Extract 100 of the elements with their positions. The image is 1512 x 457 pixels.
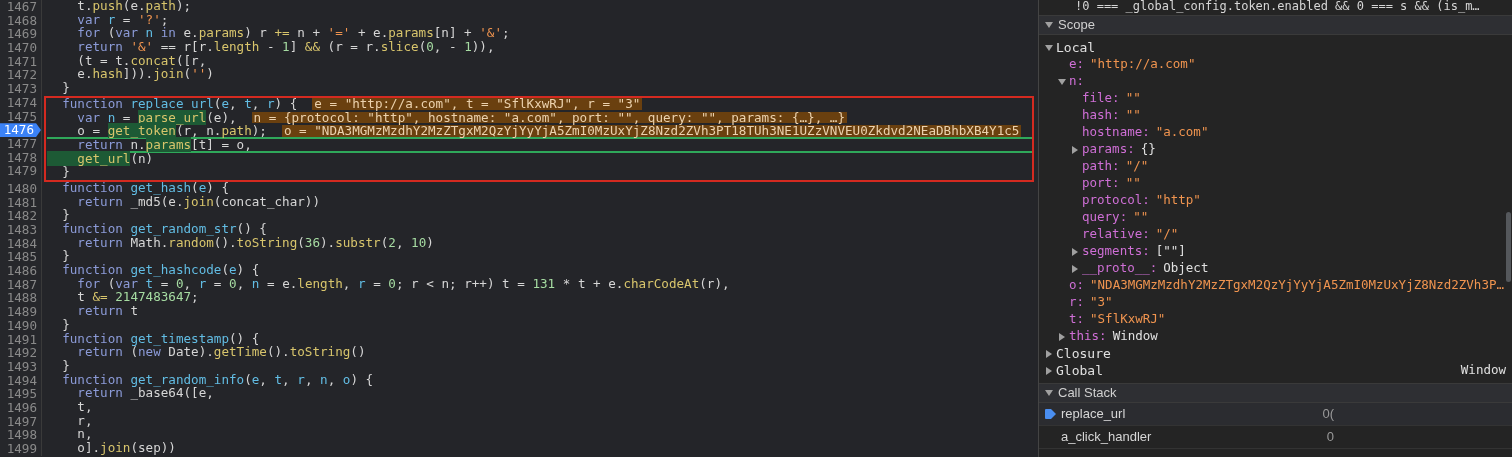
code-line: function get_timestamp() { [61, 332, 260, 345]
line-number[interactable]: 1467 [0, 0, 41, 14]
section-header[interactable]: Scope [1039, 15, 1512, 35]
line-number[interactable]: 1488 [0, 291, 41, 306]
property-value: "3" [1090, 293, 1113, 312]
collapsed-triangle-icon[interactable] [1045, 366, 1053, 375]
scrollbar-thumb[interactable] [1506, 212, 1511, 282]
line-number[interactable]: 1489 [0, 305, 41, 319]
code-line: for (var n in e.params) r += n + '=' + e.params[n] + '&'; [76, 27, 510, 40]
section-header[interactable]: Call Stack [1039, 383, 1512, 403]
line-number[interactable]: 1483 [0, 223, 41, 237]
frame-name: replace_url [1061, 405, 1126, 424]
property-name: relative: [1082, 225, 1150, 244]
line-number[interactable]: 1469 [0, 27, 41, 42]
line-number[interactable]: 1495 [0, 387, 41, 401]
expanded-triangle-icon[interactable] [1058, 77, 1066, 86]
frame-location: 0 [1326, 428, 1334, 447]
line-number[interactable]: 1485 [0, 250, 41, 265]
collapsed-triangle-icon[interactable] [1071, 264, 1079, 273]
line-number[interactable]: 1477 [0, 136, 41, 151]
line-number[interactable]: 1484 [0, 236, 41, 251]
line-number[interactable]: 1476 [0, 123, 41, 137]
property-value: {} [1140, 140, 1156, 159]
line-number[interactable]: 1486 [0, 264, 41, 278]
code-line: function get_random_str() { [61, 223, 267, 235]
code-line: t, [76, 400, 93, 413]
code-line: } [61, 209, 70, 221]
code-line: get_url(n) [47, 152, 154, 165]
line-number[interactable]: 1482 [0, 209, 41, 223]
property-value: "a.com" [1155, 123, 1209, 142]
collapsed-triangle-icon[interactable] [1071, 247, 1079, 256]
line-number[interactable]: 1490 [0, 318, 41, 333]
line-number[interactable]: 1471 [0, 54, 41, 69]
code-line: } [61, 359, 70, 372]
code-line: } [61, 82, 70, 94]
line-number[interactable]: 1478 [0, 150, 41, 165]
line-number[interactable]: 1472 [0, 68, 41, 83]
line-number[interactable]: 1493 [0, 359, 41, 374]
code-line: (t = t.concat([r, [76, 54, 207, 67]
scope-name: Global [1056, 361, 1103, 380]
line-number[interactable]: 1491 [0, 332, 41, 347]
property-name: segments: [1082, 242, 1150, 261]
property-value: "" [1125, 106, 1141, 125]
code-line: o].join(sep)) [76, 442, 176, 454]
property-name: params: [1082, 140, 1135, 159]
line-number[interactable]: 1481 [0, 195, 41, 210]
line-number[interactable]: 1497 [0, 414, 41, 429]
line-number[interactable]: 1474 [0, 95, 41, 110]
inline-value: n = {protocol: "http", hostname: "a.com", port: "", query: "", params: {…}, …} [251, 111, 847, 124]
line-number[interactable]: 1473 [0, 82, 41, 96]
expanded-triangle-icon[interactable] [1045, 21, 1053, 29]
property-name: t: [1069, 310, 1085, 329]
property-name: e: [1069, 55, 1085, 74]
property-name: r: [1069, 293, 1085, 312]
code-line: function get_random_info(e, t, r, n, o) { [61, 373, 374, 386]
code-line: function replace_url(e, t, r) { [61, 97, 298, 110]
code-line: return t [76, 305, 138, 317]
property-name: __proto__: [1082, 259, 1158, 278]
property-name: this: [1069, 327, 1107, 346]
line-number[interactable]: 1479 [0, 164, 41, 178]
scope-value: Window [1460, 361, 1506, 380]
line-number[interactable]: 1480 [0, 181, 41, 196]
line-number[interactable]: 1498 [0, 428, 41, 442]
collapsed-triangle-icon[interactable] [1058, 332, 1066, 341]
call-stack-frame[interactable]: replace_url 0( [1039, 403, 1512, 426]
line-number[interactable]: 1475 [0, 109, 41, 124]
watch-expression: !0 === _global_config.token.enabled && 0 === s && (is_m… [1074, 0, 1481, 15]
current-frame-arrow-icon [1045, 409, 1056, 419]
property-name: query: [1082, 208, 1128, 227]
code-line: } [61, 318, 70, 331]
inline-value: o = "NDA3MGMzMzdhY2MzZTgxM2QzYjYyYjA5ZmI0MzUxYjZ8Nzd2ZVh3PT18TUh3NE1UZzVNVEU0Zkdvd2NEaDBhbXB4Y1c5 [281, 125, 1022, 137]
code-line: for (var t = 0, r = 0, n = e.length, r = 0; r < n; r++) t = 131 * t + e.charCodeAt(r), [76, 277, 730, 290]
property-value: Window [1112, 327, 1158, 346]
expanded-triangle-icon[interactable] [1045, 43, 1053, 52]
code-line: var n = parse_url(e), [76, 111, 237, 124]
scope-name: Local [1056, 38, 1096, 57]
line-number[interactable]: 1487 [0, 277, 41, 292]
frame-location: 0( [1322, 405, 1334, 424]
line-number[interactable]: 1494 [0, 373, 41, 388]
line-number[interactable]: 1470 [0, 41, 41, 55]
line-number[interactable]: 1492 [0, 346, 41, 360]
property-value: "" [1125, 89, 1141, 108]
code-line: return '&' == r[r.length - 1] && (r = r.slice(0, - 1)), [76, 41, 495, 53]
code-line: o = get_token(r, n.path); [76, 125, 267, 137]
code-line: } [61, 250, 70, 263]
collapsed-triangle-icon[interactable] [1045, 349, 1053, 358]
property-name: protocol: [1082, 191, 1150, 210]
line-number[interactable]: 1496 [0, 400, 41, 415]
code-line: function get_hashcode(e) { [61, 264, 260, 276]
property-name: hash: [1082, 106, 1120, 125]
expanded-triangle-icon[interactable] [1045, 389, 1053, 397]
line-number[interactable]: 1468 [0, 13, 41, 28]
collapsed-triangle-icon[interactable] [1071, 145, 1079, 154]
property-name: o: [1069, 276, 1085, 295]
line-number[interactable]: 1499 [0, 442, 41, 456]
scope-name: Closure [1056, 344, 1111, 363]
property-value: "" [1133, 208, 1149, 227]
code-line: return n.params[t] = o, [76, 138, 252, 151]
call-stack-frame[interactable]: a_click_handler 0 [1039, 426, 1512, 449]
property-value: "/" [1125, 157, 1149, 176]
